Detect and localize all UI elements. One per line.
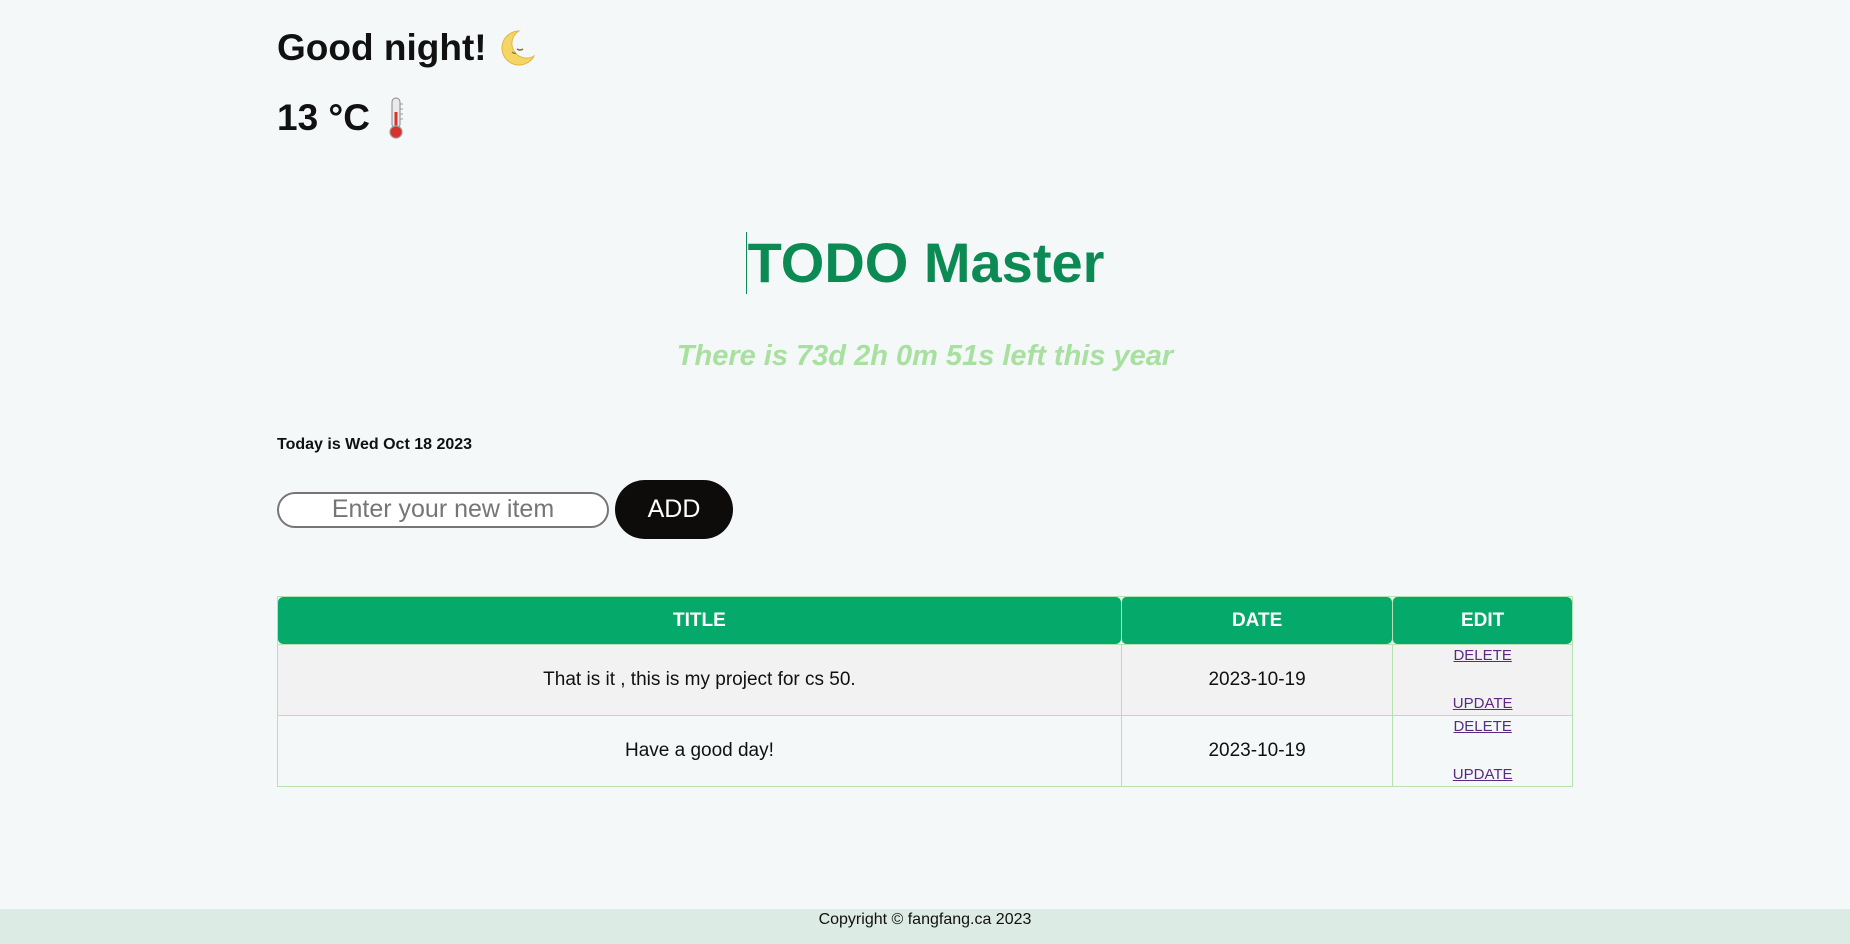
typing-caret (745, 232, 747, 295)
add-button[interactable]: ADD (615, 480, 733, 539)
table-header-row: TITLE DATE EDIT (278, 597, 1572, 644)
moon-icon (497, 28, 537, 68)
greeting-heading: Good night! (277, 24, 537, 72)
row-edit-cell: DELETE UPDATE (1392, 644, 1572, 715)
row-title: Have a good day! (278, 715, 1121, 786)
greeting-text: Good night! (277, 27, 487, 68)
app-title-text: TODO Master (747, 231, 1105, 294)
row-date: 2023-10-19 (1120, 644, 1393, 715)
table-row: That is it , this is my project for cs 5… (278, 644, 1572, 715)
column-header-edit: EDIT (1392, 597, 1572, 644)
update-link[interactable]: UPDATE (1453, 695, 1513, 713)
thermometer-icon (384, 96, 408, 140)
table-row: Have a good day! 2023-10-19 DELETE UPDAT… (278, 715, 1572, 786)
column-header-date: DATE (1120, 597, 1393, 644)
footer: Copyright © fangfang.ca 2023 (0, 909, 1850, 944)
year-countdown: There is 73d 2h 0m 51s left this year (676, 340, 1174, 372)
today-date: Today is Wed Oct 18 2023 (277, 436, 473, 453)
todo-table: TITLE DATE EDIT That is it , this is my … (277, 596, 1573, 787)
temperature-heading: 13 °C (277, 94, 408, 142)
row-title: That is it , this is my project for cs 5… (278, 644, 1121, 715)
row-date: 2023-10-19 (1120, 715, 1393, 786)
update-link[interactable]: UPDATE (1453, 766, 1513, 784)
temperature-text: 13 °C (277, 97, 370, 138)
page: Good night! 13 °C TODO Master There is 7… (0, 0, 1850, 944)
delete-link[interactable]: DELETE (1453, 647, 1511, 665)
add-item-form: ADD (277, 480, 733, 539)
copyright-text: Copyright © fangfang.ca 2023 (818, 911, 1032, 928)
app-title: TODO Master (0, 225, 1850, 301)
delete-link[interactable]: DELETE (1453, 718, 1511, 736)
column-header-title: TITLE (278, 597, 1121, 644)
new-item-input[interactable] (277, 491, 609, 528)
row-edit-cell: DELETE UPDATE (1392, 715, 1572, 786)
